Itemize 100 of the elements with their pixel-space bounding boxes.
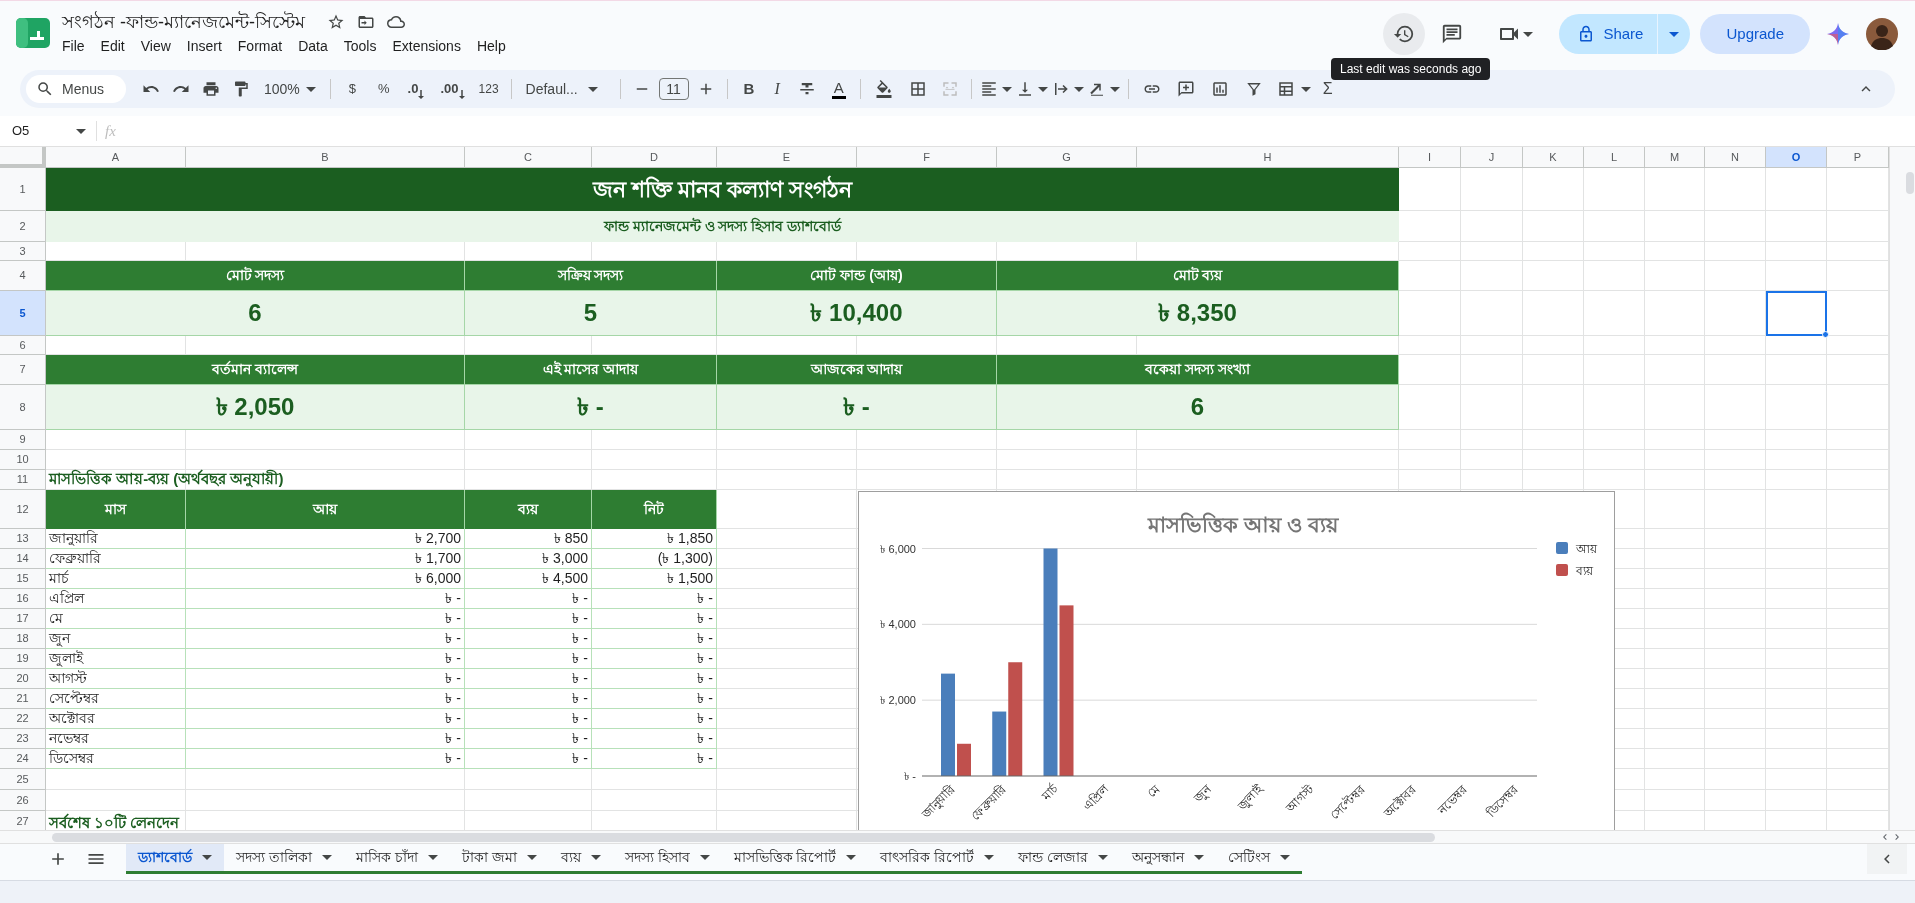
paint-format-icon[interactable] (232, 80, 250, 98)
chart-icon[interactable] (1210, 80, 1229, 98)
add-comment-icon[interactable] (1176, 80, 1195, 98)
row-header[interactable]: 11 (0, 470, 46, 490)
caret-icon[interactable] (1523, 31, 1534, 37)
row-header[interactable]: 23 (0, 729, 46, 749)
merge-cells-icon[interactable] (940, 80, 959, 98)
row-header[interactable]: 17 (0, 609, 46, 629)
scrollbar-thumb[interactable] (1906, 172, 1914, 194)
row-header[interactable]: 15 (0, 569, 46, 589)
caret-icon[interactable] (1001, 86, 1012, 92)
print-icon[interactable] (202, 80, 220, 98)
increase-decimal-button[interactable]: .00 (440, 79, 465, 99)
column-header[interactable]: L (1584, 147, 1645, 168)
caret-icon[interactable] (1300, 86, 1311, 92)
row-header[interactable]: 24 (0, 749, 46, 769)
row-header[interactable]: 6 (0, 336, 46, 355)
version-history-button[interactable] (1383, 13, 1426, 55)
column-header[interactable]: D (592, 147, 717, 168)
menu-item[interactable]: Insert (186, 36, 222, 56)
italic-button[interactable]: I (774, 77, 780, 101)
star-icon[interactable] (327, 13, 345, 31)
row-header[interactable]: 13 (0, 529, 46, 549)
menu-item[interactable]: Edit (100, 36, 125, 56)
sheet-tab[interactable]: টাকা জমা (449, 844, 549, 874)
zoom-dropdown[interactable]: 100% (264, 78, 316, 100)
sheet-tab[interactable]: বাৎসরিক রিপোর্ট (868, 844, 1007, 874)
fill-color-icon[interactable] (874, 80, 893, 98)
history-icon[interactable] (1393, 23, 1416, 45)
bold-button[interactable]: B (743, 77, 755, 101)
column-header[interactable]: C (465, 147, 592, 168)
row-header[interactable]: 16 (0, 589, 46, 609)
sheet-tab[interactable]: মাসিক চাঁদা (343, 844, 450, 874)
row-header[interactable]: 25 (0, 769, 46, 790)
name-box[interactable]: O5 (12, 121, 90, 141)
borders-icon[interactable] (908, 80, 927, 98)
row-header[interactable]: 22 (0, 709, 46, 729)
sheets-logo[interactable] (16, 18, 50, 48)
column-header[interactable]: O (1766, 147, 1827, 168)
row-header[interactable]: 19 (0, 649, 46, 669)
row-header[interactable]: 12 (0, 490, 46, 529)
number-format[interactable]: 123 (478, 80, 499, 98)
row-header[interactable]: 14 (0, 549, 46, 569)
row-header[interactable]: 4 (0, 261, 46, 291)
align-icon[interactable] (979, 80, 998, 98)
menus-search-field[interactable]: Menus (26, 75, 126, 103)
sheet-tab[interactable]: সদস্য হিসাব (612, 844, 722, 874)
decrease-decimal-button[interactable]: .0 (407, 79, 425, 99)
row-header[interactable]: 1 (0, 168, 46, 211)
caret-icon[interactable] (1109, 86, 1120, 92)
row-header[interactable]: 8 (0, 385, 46, 430)
menu-item[interactable]: Tools (343, 36, 377, 56)
column-header[interactable]: H (1137, 147, 1399, 168)
menu-item[interactable]: Format (237, 36, 283, 56)
sheet-tab[interactable]: ব্যয় (548, 844, 613, 874)
comment-icon[interactable] (1441, 23, 1464, 45)
table-icon[interactable] (1276, 80, 1295, 98)
menu-item[interactable]: View (140, 36, 171, 56)
scrollbar-thumb[interactable] (52, 832, 1435, 842)
menu-item[interactable]: File (62, 36, 85, 56)
font-size-field[interactable]: 11 (658, 78, 689, 100)
currency-format[interactable]: $ (348, 79, 357, 99)
row-header[interactable]: 27 (0, 811, 46, 830)
row-header[interactable]: 7 (0, 355, 46, 385)
column-header[interactable]: I (1399, 147, 1461, 168)
column-header[interactable]: E (717, 147, 857, 168)
text-color-button[interactable]: A (831, 79, 846, 99)
row-header[interactable]: 10 (0, 450, 46, 470)
column-header[interactable]: G (997, 147, 1137, 168)
move-folder-icon[interactable] (357, 13, 375, 31)
column-header[interactable]: B (186, 147, 465, 168)
row-header[interactable]: 3 (0, 242, 46, 261)
caret-icon[interactable] (1037, 86, 1048, 92)
caret-icon[interactable] (1073, 86, 1084, 92)
menu-item[interactable]: Help (476, 36, 506, 56)
document-title[interactable]: সংগঠন -ফান্ড-ম্যানেজমেন্ট-সিস্টেম (62, 9, 305, 35)
percent-format[interactable]: % (378, 79, 390, 99)
column-header[interactable]: J (1461, 147, 1523, 168)
column-header[interactable]: A (46, 147, 186, 168)
row-header[interactable]: 9 (0, 430, 46, 450)
selected-cell[interactable] (1766, 291, 1827, 336)
upgrade-button[interactable]: Upgrade (1700, 14, 1810, 54)
fill-handle[interactable] (1822, 331, 1829, 338)
vertical-scrollbar[interactable] (1889, 147, 1915, 830)
sheet-tab[interactable]: ফান্ড লেজার (1006, 844, 1121, 874)
column-header[interactable]: N (1705, 147, 1766, 168)
column-header[interactable]: K (1523, 147, 1584, 168)
sheet-tab[interactable]: ড্যাশবোর্ড (126, 844, 224, 874)
sparkle-icon[interactable] (1826, 22, 1850, 46)
row-header[interactable]: 21 (0, 689, 46, 709)
row-header[interactable]: 26 (0, 790, 46, 811)
row-header[interactable]: 5 (0, 291, 46, 336)
row-header[interactable]: 18 (0, 629, 46, 649)
column-header[interactable]: P (1827, 147, 1889, 168)
column-header[interactable]: F (857, 147, 997, 168)
row-header[interactable]: 20 (0, 669, 46, 689)
sheet-tab[interactable]: সদস্য তালিকা (224, 844, 344, 874)
sheet-tab[interactable]: অনুসন্ধান (1120, 844, 1217, 874)
column-header[interactable]: M (1645, 147, 1705, 168)
font-dropdown[interactable]: Defaul... (525, 78, 606, 100)
